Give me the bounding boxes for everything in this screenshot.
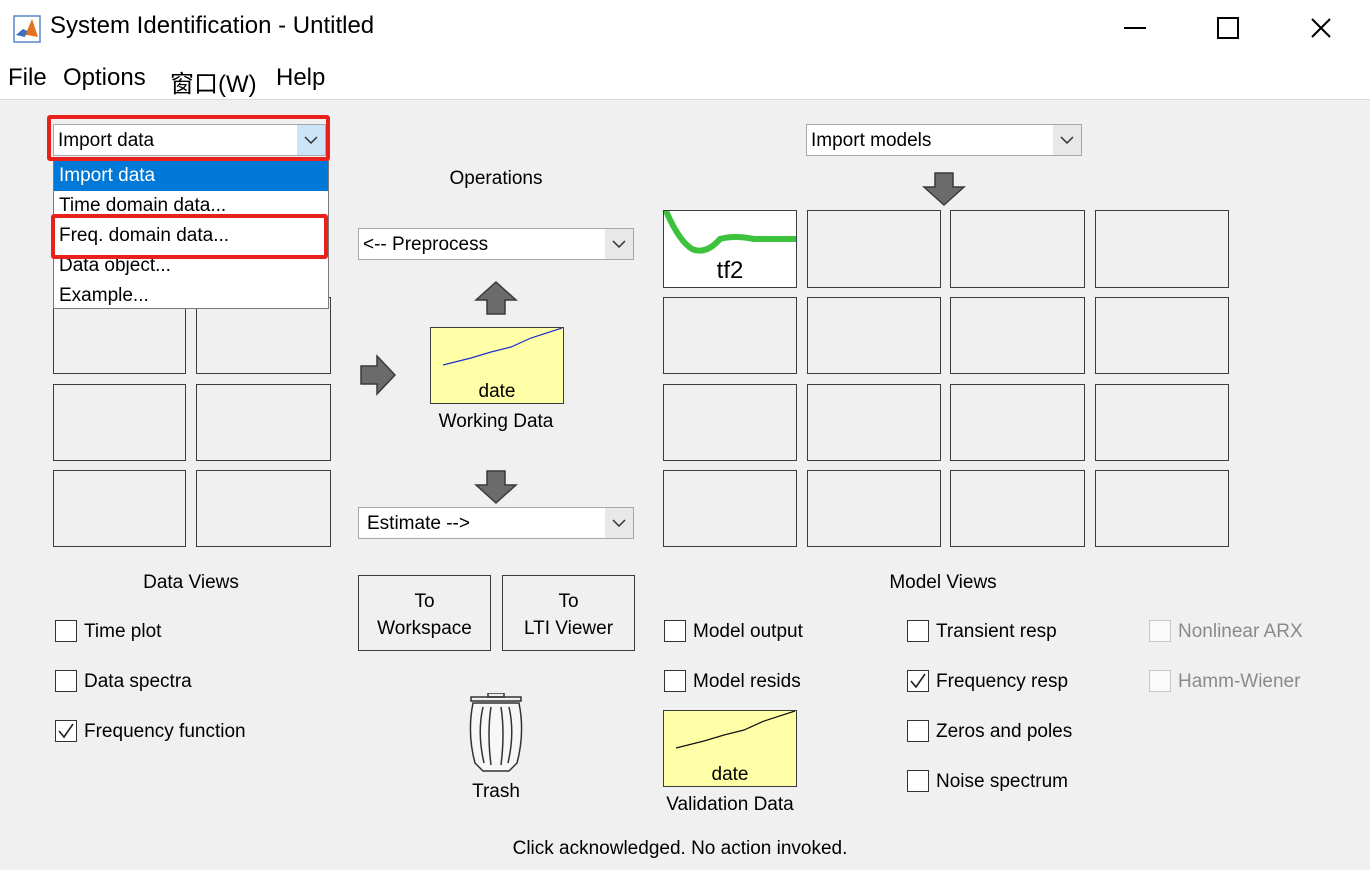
status-text: Click acknowledged. No action invoked. [512,838,848,859]
data-tile[interactable] [53,384,186,461]
highlight-freq-domain-option [51,214,328,259]
model-tile-name: tf2 [716,257,744,284]
frequency-resp-checkbox[interactable] [907,670,929,692]
model-tile[interactable] [1095,470,1229,547]
validation-data-tile[interactable]: date [663,710,797,787]
preprocess-value: <-- Preprocess [363,234,489,255]
matlab-app-icon [13,15,41,43]
model-tile[interactable] [663,470,797,547]
model-resids-checkbox[interactable] [664,670,686,692]
maximize-icon [1217,17,1239,39]
model-tile[interactable] [1095,297,1229,374]
estimate-dropdown[interactable]: Estimate --> [358,507,634,539]
hamm-wiener-label: Hamm-Wiener [1178,671,1301,692]
import-models-value: Import models [811,130,932,151]
model-output-checkbox[interactable] [664,620,686,642]
checkmark-icon [58,723,74,739]
operations-label: Operations [449,168,543,189]
minimize-button[interactable] [1105,8,1165,48]
import-models-dropdown[interactable]: Import models [806,124,1082,156]
model-tile[interactable] [807,297,941,374]
menu-file[interactable]: File [8,64,47,92]
to-workspace-line1: To [414,591,435,612]
menu-window[interactable]: 窗口(W) [170,64,257,99]
estimate-value: Estimate --> [367,513,470,534]
time-plot-checkbox[interactable] [55,620,77,642]
transient-resp-checkbox[interactable] [907,620,929,642]
model-tile[interactable] [663,384,797,461]
data-tile[interactable] [196,470,331,547]
frequency-function-checkbox[interactable] [55,720,77,742]
working-data-caption: Working Data [438,411,554,432]
hamm-wiener-checkbox [1149,670,1171,692]
to-lti-viewer-line2: LTI Viewer [523,618,614,639]
model-resids-label[interactable]: Model resids [693,671,801,693]
maximize-button[interactable] [1198,8,1258,48]
trash-label: Trash [472,781,520,802]
zeros-poles-checkbox[interactable] [907,720,929,742]
validation-data-caption: Validation Data [666,794,794,815]
working-data-tile[interactable]: date [430,327,564,404]
checkmark-icon [910,673,926,689]
data-views-title: Data Views [143,572,239,593]
right-arrow-icon [360,354,397,396]
frequency-resp-label[interactable]: Frequency resp [936,671,1068,693]
to-workspace-line2: Workspace [377,618,472,639]
dropdown-option-import-data[interactable]: Import data [54,161,328,191]
noise-spectrum-checkbox[interactable] [907,770,929,792]
data-spectra-checkbox[interactable] [55,670,77,692]
model-tile[interactable] [807,384,941,461]
validation-data-name: date [711,764,749,785]
down-arrow-icon [474,470,518,505]
close-button[interactable] [1291,8,1351,48]
minimize-icon [1124,27,1146,29]
model-tile[interactable] [1095,210,1229,288]
dropdown-option-example[interactable]: Example... [54,281,328,311]
model-tile-tf2[interactable]: tf2 [663,210,797,288]
time-plot-label[interactable]: Time plot [84,621,161,643]
model-tile[interactable] [950,210,1085,288]
noise-spectrum-label[interactable]: Noise spectrum [936,771,1068,793]
model-tile[interactable] [1095,384,1229,461]
model-tile[interactable] [950,297,1085,374]
preprocess-dropdown[interactable]: <-- Preprocess [358,228,634,260]
to-lti-viewer-button[interactable]: To LTI Viewer [502,575,635,651]
window-title: System Identification - Untitled [50,12,375,39]
chevron-down-icon[interactable] [605,229,633,259]
nonlinear-arx-label: Nonlinear ARX [1178,621,1303,642]
menu-help[interactable]: Help [276,64,325,92]
to-lti-viewer-line1: To [558,591,579,612]
chevron-down-icon[interactable] [1053,125,1081,155]
trash-icon[interactable] [463,693,529,773]
model-tile[interactable] [807,470,941,547]
highlight-import-dropdown [47,115,330,161]
model-tile[interactable] [950,384,1085,461]
chevron-down-icon[interactable] [605,508,633,538]
model-views-title: Model Views [889,572,997,593]
frequency-function-label[interactable]: Frequency function [84,721,246,743]
working-data-name: date [478,381,516,402]
up-arrow-icon [474,280,518,315]
transient-resp-label[interactable]: Transient resp [936,621,1057,643]
data-spectra-label[interactable]: Data spectra [84,671,192,693]
zeros-poles-label[interactable]: Zeros and poles [936,721,1072,743]
model-tile[interactable] [663,297,797,374]
to-workspace-button[interactable]: To Workspace [358,575,491,651]
close-icon [1311,18,1331,38]
model-tile[interactable] [950,470,1085,547]
down-arrow-icon [922,172,966,207]
model-tile[interactable] [807,210,941,288]
nonlinear-arx-checkbox [1149,620,1171,642]
menu-options[interactable]: Options [63,64,146,92]
data-tile[interactable] [53,470,186,547]
data-tile[interactable] [196,384,331,461]
model-output-label[interactable]: Model output [693,621,803,643]
